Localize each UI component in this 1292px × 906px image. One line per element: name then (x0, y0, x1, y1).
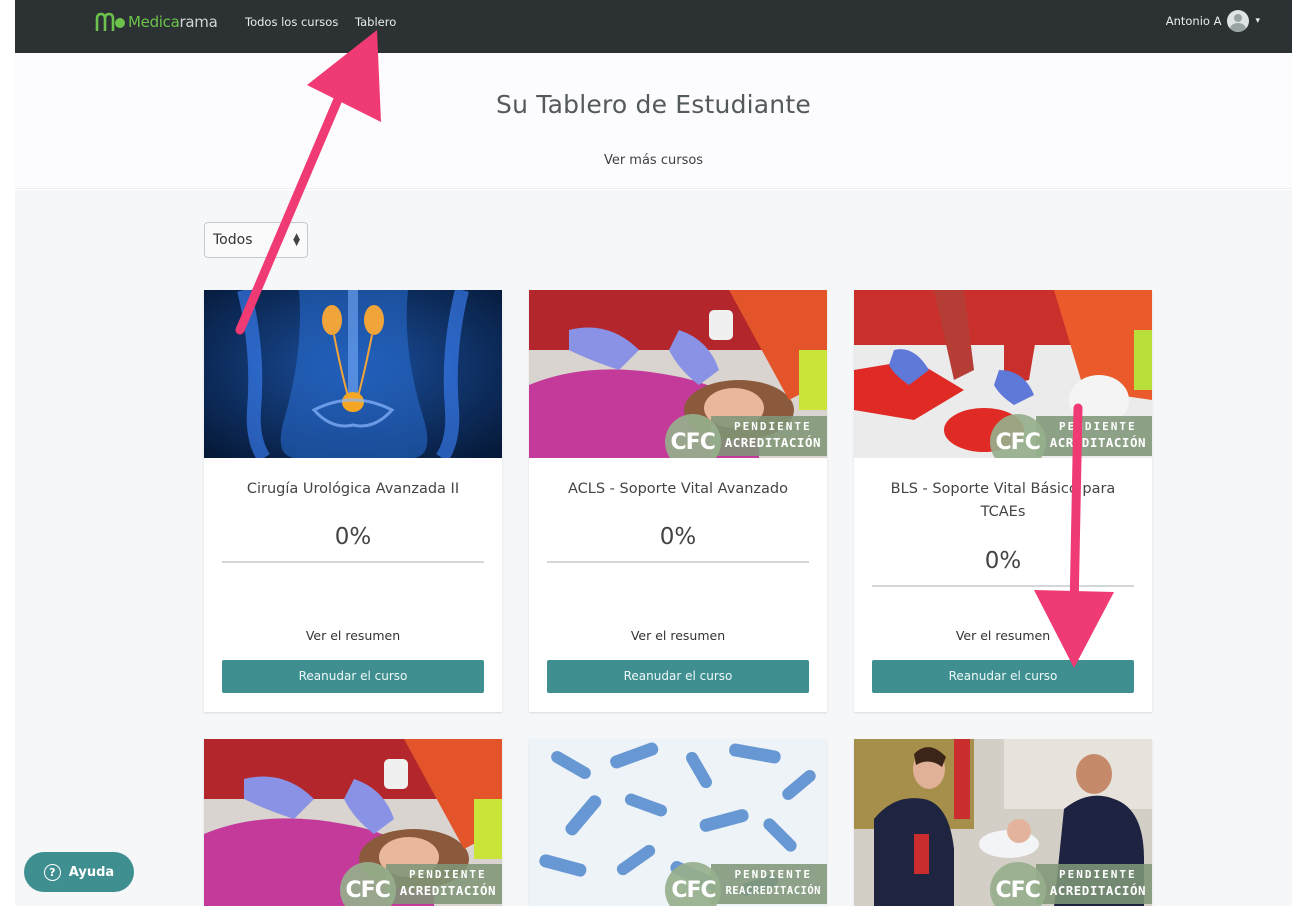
caret-down-icon: ▾ (1255, 16, 1260, 26)
more-courses-link[interactable]: Ver más cursos (604, 153, 703, 168)
progress-bar (547, 561, 809, 563)
resume-course-button[interactable]: Reanudar el curso (547, 660, 809, 693)
badge-line1: PENDIENTE (1059, 420, 1137, 433)
course-card-row2-2: CFC PENDIENTE REACREDITACIÓN (529, 739, 827, 906)
course-card-row2-1: CFC PENDIENTE ACREDITACIÓN (204, 739, 502, 906)
brand-logo[interactable]: Medicarama (95, 11, 218, 33)
progress-percent: 0% (984, 548, 1022, 574)
nav-link-dashboard[interactable]: Tablero (355, 15, 396, 29)
top-navbar: Medicarama Todos los cursos Tablero Anto… (15, 0, 1292, 53)
course-card-urology: Cirugía Urológica Avanzada II 0% Ver el … (204, 290, 502, 712)
badge-line1: PENDIENTE (734, 420, 812, 433)
course-title[interactable]: ACLS - Soporte Vital Avanzado (541, 478, 815, 501)
progress-percent: 0% (334, 524, 372, 550)
brand-name: Medicarama (128, 13, 218, 31)
badge-line2: ACREDITACIÓN (1049, 883, 1146, 898)
page-title: Su Tablero de Estudiante (496, 90, 811, 119)
progress-bar (222, 561, 484, 563)
select-arrows-icon: ▲ ▼ (293, 232, 300, 248)
course-thumbnail[interactable]: CFC PENDIENTE REACREDITACIÓN (529, 739, 827, 906)
course-card-acls: CFC PENDIENTE ACREDITACIÓN ACLS - Soporte… (529, 290, 827, 712)
course-thumbnail-urology[interactable] (204, 290, 502, 458)
badge-line1: PENDIENTE (409, 868, 487, 881)
filter-selected-value: Todos (213, 232, 253, 248)
course-thumbnail[interactable]: CFC PENDIENTE ACREDITACIÓN (854, 739, 1152, 906)
help-button[interactable]: ? Ayuda (24, 852, 134, 892)
medicarama-logo-icon (95, 12, 125, 31)
course-card-bls: CFC PENDIENTE ACREDITACIÓN BLS - Soporte … (854, 290, 1152, 712)
course-filter-select[interactable]: Todos ▲ ▼ (204, 222, 308, 258)
badge-line1: PENDIENTE (734, 868, 813, 881)
user-menu[interactable]: Antonio A ▾ (1166, 10, 1260, 32)
accreditation-badge: CFC PENDIENTE ACREDITACIÓN (989, 862, 1152, 906)
help-label: Ayuda (68, 864, 115, 880)
progress-bar (872, 585, 1134, 587)
avatar (1227, 10, 1250, 32)
help-question-icon: ? (43, 863, 61, 881)
resume-course-button[interactable]: Reanudar el curso (872, 660, 1134, 693)
view-summary-link[interactable]: Ver el resumen (529, 628, 827, 643)
nav-link-all-courses[interactable]: Todos los cursos (245, 15, 338, 29)
badge-line1: PENDIENTE (1059, 868, 1137, 881)
dashboard-header: Su Tablero de Estudiante Ver más cursos (15, 53, 1292, 189)
badge-line2: ACREDITACIÓN (1049, 435, 1146, 450)
resume-course-button[interactable]: Reanudar el curso (222, 660, 484, 693)
user-name: Antonio A (1165, 14, 1222, 28)
accreditation-badge: CFC PENDIENTE REACREDITACIÓN (665, 862, 827, 906)
course-title[interactable]: Cirugía Urológica Avanzada II (216, 478, 490, 501)
accreditation-badge: CFC PENDIENTE ACREDITACIÓN (664, 414, 827, 458)
badge-line2: REACREDITACIÓN (725, 885, 821, 897)
course-thumbnail-bls[interactable]: CFC PENDIENTE ACREDITACIÓN (854, 290, 1152, 458)
course-card-row2-3: CFC PENDIENTE ACREDITACIÓN (854, 739, 1152, 906)
badge-line2: ACREDITACIÓN (724, 435, 821, 450)
accreditation-badge: CFC PENDIENTE ACREDITACIÓN (339, 862, 502, 906)
accreditation-badge: CFC PENDIENTE ACREDITACIÓN (989, 414, 1152, 458)
progress-percent: 0% (659, 524, 697, 550)
badge-line2: ACREDITACIÓN (399, 883, 496, 898)
course-thumbnail-acls[interactable]: CFC PENDIENTE ACREDITACIÓN (529, 290, 827, 458)
course-title[interactable]: BLS - Soporte Vital Básico para TCAEs (866, 478, 1140, 524)
course-thumbnail[interactable]: CFC PENDIENTE ACREDITACIÓN (204, 739, 502, 906)
view-summary-link[interactable]: Ver el resumen (854, 628, 1152, 643)
view-summary-link[interactable]: Ver el resumen (204, 628, 502, 643)
urology-anatomy-image (204, 290, 502, 458)
